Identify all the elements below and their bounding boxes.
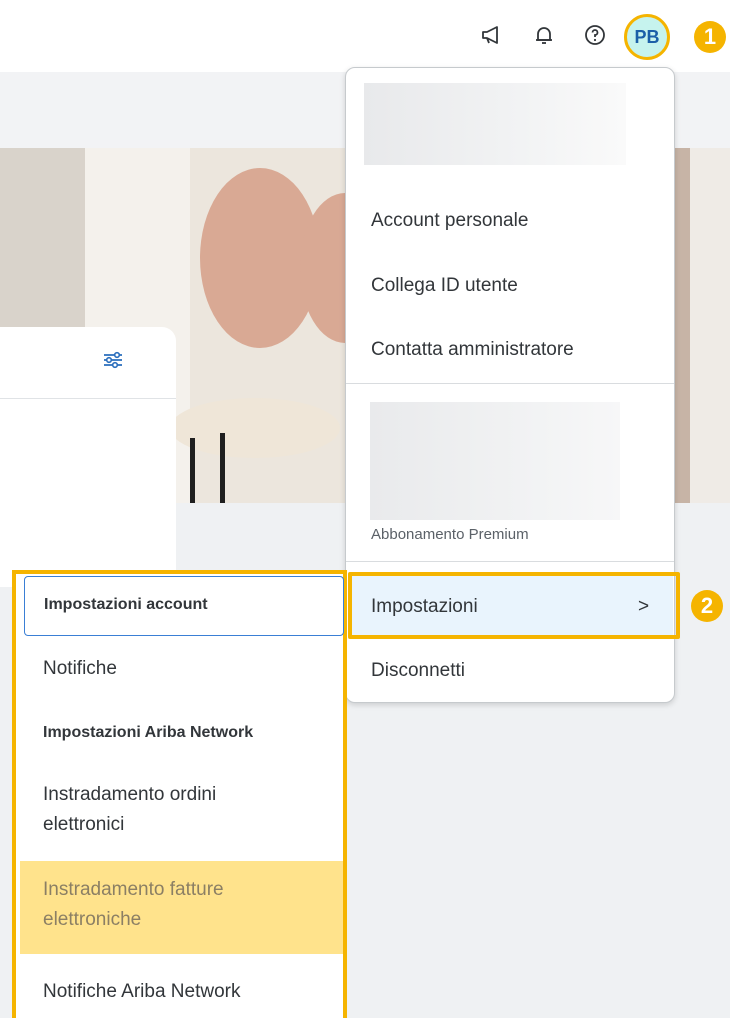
user-avatar-button[interactable]: PB	[624, 14, 670, 60]
order-routing-line-2: elettronici	[43, 814, 125, 835]
menu-divider	[346, 561, 674, 562]
user-info-placeholder	[364, 83, 626, 165]
menu-item-contact-admin[interactable]: Contatta amministratore	[371, 339, 574, 361]
menu-item-logout[interactable]: Disconnetti	[371, 660, 465, 682]
menu-item-personal-account[interactable]: Account personale	[371, 210, 528, 232]
menu-divider	[346, 383, 674, 384]
submenu-item-notifications[interactable]: Notifiche	[43, 654, 117, 684]
submenu-heading-ariba-network: Impostazioni Ariba Network	[43, 724, 254, 741]
step-badge-2: 2	[691, 590, 723, 622]
submenu-item-order-routing[interactable]: Instradamento ordini elettronici	[43, 780, 216, 840]
bell-icon[interactable]	[531, 22, 557, 48]
settings-highlight-frame	[348, 572, 680, 639]
shell-bar: PB 1	[0, 0, 730, 72]
invoice-routing-text: Instradamento fatture elettroniche	[43, 875, 224, 935]
invoice-routing-line-1: Instradamento fatture	[43, 879, 224, 900]
settings-submenu: Impostazioni account Notifiche Impostazi…	[12, 570, 347, 1018]
order-routing-line-1: Instradamento ordini	[43, 784, 217, 805]
invoice-routing-line-2: elettroniche	[43, 909, 142, 930]
step-badge-1: 1	[694, 21, 726, 53]
megaphone-icon[interactable]	[478, 22, 504, 48]
submenu-item-ariba-network-notifications[interactable]: Notifiche Ariba Network	[43, 977, 240, 1007]
subscription-label: Abbonamento Premium	[371, 526, 529, 543]
account-settings-label: Impostazioni account	[44, 596, 208, 613]
subscription-placeholder	[370, 402, 620, 520]
filter-card	[0, 327, 176, 587]
submenu-item-account-settings[interactable]: Impostazioni account	[24, 576, 344, 636]
submenu-item-invoice-routing[interactable]: Instradamento fatture elettroniche	[20, 861, 343, 954]
help-icon[interactable]	[582, 22, 608, 48]
filter-settings-icon[interactable]	[100, 347, 126, 373]
menu-item-link-user-id[interactable]: Collega ID utente	[371, 275, 518, 297]
